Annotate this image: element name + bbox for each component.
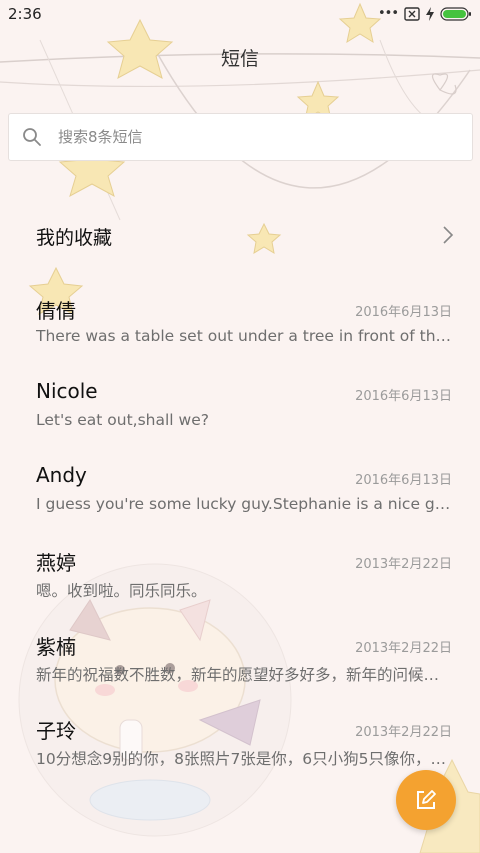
favorites-label: 我的收藏 (36, 227, 113, 249)
message-preview: I guess you're some lucky guy.Stephanie … (36, 495, 454, 513)
search-box[interactable] (8, 113, 473, 161)
message-date: 2016年6月13日 (355, 389, 452, 404)
message-preview: 嗯。收到啦。同乐同乐。 (36, 582, 207, 600)
chevron-right-icon (443, 226, 454, 244)
message-preview: 10分想念9别的你，8张照片7张是你，6只小狗5只像你，4季思念 (36, 750, 454, 768)
message-preview: 新年的祝福数不胜数，新年的愿望好多好多，新年的问候送给你 (36, 666, 454, 684)
favorites-row[interactable]: 我的收藏 (0, 205, 480, 265)
status-time: 2:36 (8, 5, 42, 23)
compose-icon (417, 790, 436, 809)
page-title: 短信 (220, 48, 259, 70)
notification-dots-icon: ••• (377, 6, 399, 21)
message-date: 2016年6月13日 (355, 473, 452, 488)
conversation-item[interactable]: Andy 2016年6月13日 I guess you're some luck… (0, 463, 480, 547)
contact-name: Andy (36, 463, 87, 487)
message-date: 2013年2月22日 (355, 557, 452, 572)
message-date: 2016年6月13日 (355, 305, 452, 320)
no-sim-icon (404, 6, 420, 21)
contact-name: 燕婷 (36, 551, 76, 575)
status-bar: 2:36 ••• (0, 0, 480, 30)
compose-button[interactable] (396, 770, 456, 830)
conversation-item[interactable]: 倩倩 2016年6月13日 There was a table set out … (0, 295, 480, 379)
conversation-item[interactable]: Nicole 2016年6月13日 Let's eat out,shall we… (0, 379, 480, 463)
conversation-item[interactable]: 燕婷 2013年2月22日 嗯。收到啦。同乐同乐。 (0, 547, 480, 631)
message-preview: There was a table set out under a tree i… (36, 327, 454, 345)
message-date: 2013年2月22日 (355, 725, 452, 740)
search-icon (23, 128, 41, 146)
message-preview: Let's eat out,shall we? (36, 411, 209, 429)
contact-name: 倩倩 (36, 299, 76, 323)
message-date: 2013年2月22日 (355, 641, 452, 656)
battery-icon (440, 6, 471, 21)
conversation-item[interactable]: 紫楠 2013年2月22日 新年的祝福数不胜数，新年的愿望好多好多，新年的问候送… (0, 631, 480, 715)
contact-name: 子玲 (36, 719, 76, 743)
bow-decoration (431, 73, 457, 95)
charging-icon (426, 6, 434, 21)
contact-name: Nicole (36, 379, 98, 403)
contact-name: 紫楠 (36, 635, 76, 659)
search-input[interactable] (56, 127, 440, 147)
